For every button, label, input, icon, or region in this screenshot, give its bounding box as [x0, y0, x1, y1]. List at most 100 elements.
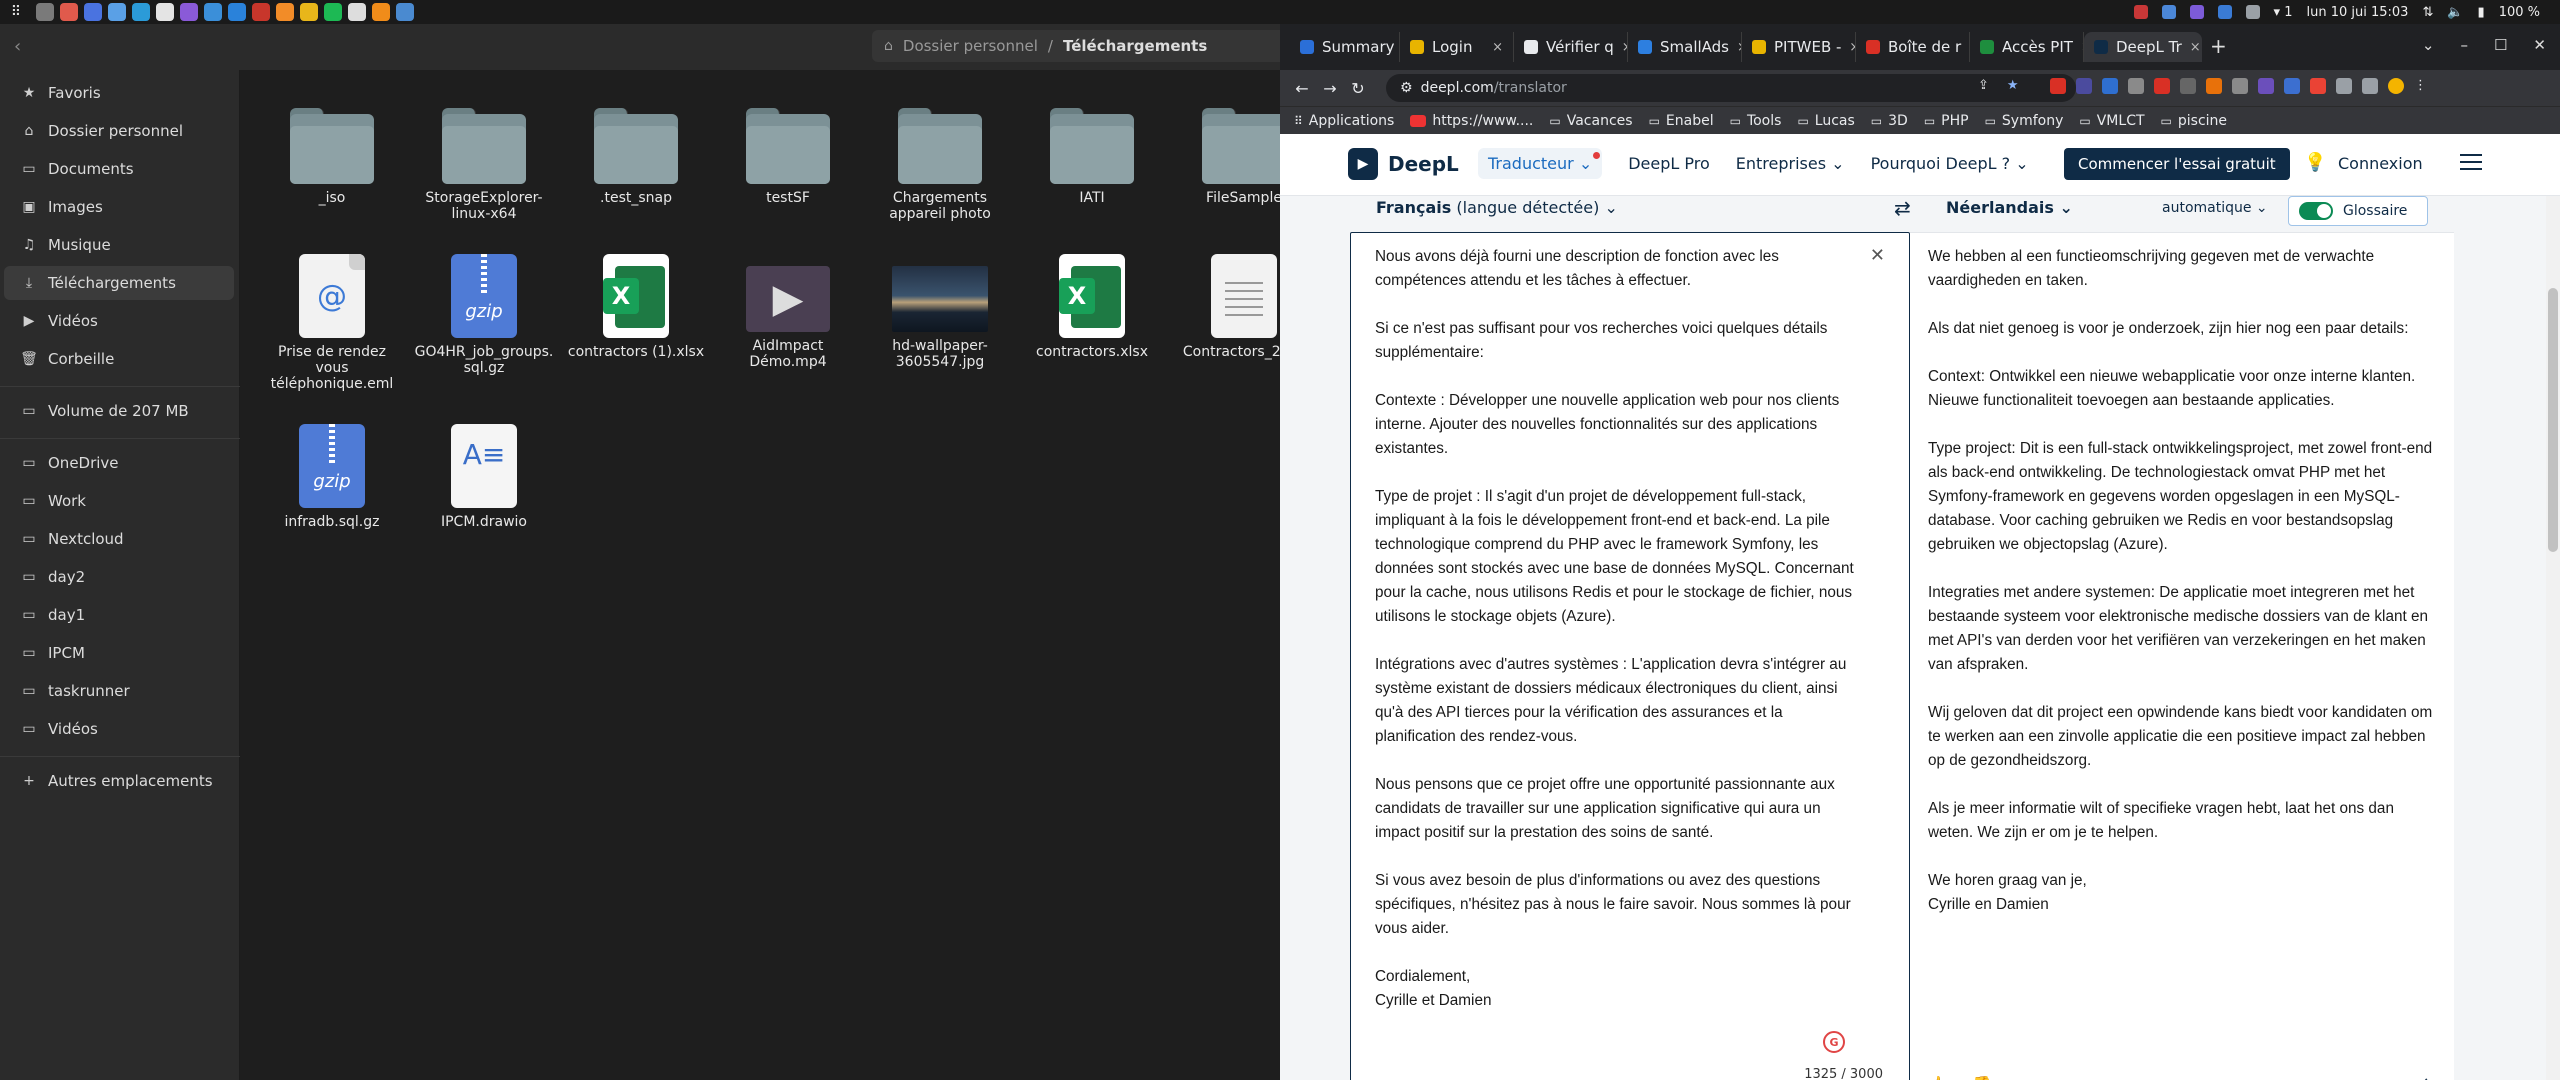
translation-output[interactable]: We hebben al een functieomschrijving geg… — [1928, 245, 2438, 917]
back-icon[interactable]: ← — [1288, 79, 1316, 98]
reload-icon[interactable]: ↻ — [1344, 79, 1372, 98]
side-panel-icon[interactable] — [2362, 78, 2378, 94]
extension-cast-icon[interactable] — [2232, 78, 2248, 94]
bookmark-folder-enabel[interactable]: ▭ Enabel — [1649, 113, 1714, 129]
thumbs-up-icon[interactable]: 👍 — [1928, 1075, 1947, 1080]
glossary-toggle[interactable]: Glossaire — [2288, 196, 2428, 226]
hamburger-menu-icon[interactable] — [2460, 154, 2482, 170]
file-item[interactable]: hd-wallpaper-3605547.jpg — [870, 254, 1010, 370]
bookmark-youtube[interactable]: https://www.... — [1410, 113, 1533, 129]
close-tab-icon[interactable]: × — [1492, 40, 1503, 55]
file-item[interactable]: X contractors (1).xlsx — [566, 254, 706, 360]
wifi-icon[interactable]: ▾ 1 — [2274, 5, 2293, 20]
profile-avatar[interactable] — [2388, 78, 2404, 94]
clock[interactable]: lun 10 jui 15:03 — [2306, 5, 2408, 20]
tray-grey-icon[interactable] — [2245, 5, 2260, 19]
extension-14-icon[interactable] — [2076, 78, 2092, 94]
share-icon[interactable]: ⇪ — [1978, 78, 1989, 93]
chrome-app-icon[interactable] — [156, 3, 174, 21]
bookmark-folder-php[interactable]: ▭ PHP — [1924, 113, 1969, 129]
source-textarea[interactable]: Nous avons déjà fourni une description d… — [1375, 245, 1855, 1013]
site-info-icon[interactable]: ⚙ — [1400, 80, 1413, 96]
sidebar-item-taskrunner[interactable]: ▭ taskrunner — [4, 674, 234, 708]
path-parent[interactable]: Dossier personnel — [903, 37, 1038, 55]
file-item[interactable]: StorageExplorer-linux-x64 — [414, 104, 554, 222]
source-text-panel[interactable]: ✕ Nous avons déjà fourni une description… — [1350, 232, 1910, 1080]
sidebar-item-work[interactable]: ▭ Work — [4, 484, 234, 518]
file-item[interactable]: Chargements appareil photo — [870, 104, 1010, 222]
bookmark-folder-3d[interactable]: ▭ 3D — [1871, 113, 1908, 129]
bookmark-folder-symfony[interactable]: ▭ Symfony — [1985, 113, 2064, 129]
file-item[interactable]: testSF — [718, 104, 858, 206]
target-language-select[interactable]: Néerlandais ⌄ — [1946, 198, 2073, 217]
close-tab-icon[interactable]: × — [2190, 40, 2201, 55]
tab-smallads[interactable]: SmallAds× — [1628, 32, 1742, 62]
sidebar-item-other-locations[interactable]: + Autres emplacements — [4, 764, 234, 798]
tray-teams-icon[interactable] — [2217, 5, 2232, 19]
file-item[interactable]: A≡ IPCM.drawio — [414, 424, 554, 530]
file-item[interactable]: X contractors.xlsx — [1022, 254, 1162, 360]
page-scrollbar[interactable] — [2546, 196, 2560, 1080]
file-item[interactable]: IATI — [1022, 104, 1162, 206]
battery-icon[interactable]: ▮ — [2478, 5, 2485, 20]
file-item[interactable]: FileSample — [1174, 104, 1280, 206]
app-d-icon[interactable] — [108, 3, 126, 21]
login-link[interactable]: Connexion — [2338, 154, 2423, 173]
extension-dashed-icon[interactable] — [2180, 78, 2196, 94]
formality-select[interactable]: automatique ⌄ — [2162, 200, 2268, 216]
sidebar-item-day2[interactable]: ▭ day2 — [4, 560, 234, 594]
network-icon[interactable]: ⇅ — [2422, 5, 2433, 20]
phpstorm-app-icon[interactable] — [180, 3, 198, 21]
app-clock-icon[interactable] — [348, 3, 366, 21]
clear-text-icon[interactable]: ✕ — [1870, 245, 1885, 266]
tab-acces-pit[interactable]: Accès PIT× — [1970, 32, 2084, 62]
tab-summary[interactable]: Summary× — [1290, 32, 1400, 62]
filezilla-app-icon[interactable] — [252, 3, 270, 21]
bookmark-folder-lucas[interactable]: ▭ Lucas — [1797, 113, 1854, 129]
teams-app-icon[interactable] — [84, 3, 102, 21]
extension-orange-icon[interactable] — [2206, 78, 2222, 94]
tab-deepl[interactable]: DeepL Tr × — [2084, 32, 2202, 62]
file-item[interactable]: .test_snap — [566, 104, 706, 206]
sidebar-item-videos[interactable]: ▶ Vidéos — [4, 304, 234, 338]
extension-grey-icon[interactable] — [2128, 78, 2144, 94]
file-item[interactable]: gzip GO4HR_job_groups.sql.gz — [414, 254, 554, 376]
nav-translator[interactable]: Traducteur ⌄ — [1478, 148, 1603, 179]
sidebar-item-documents[interactable]: ▭ Documents — [4, 152, 234, 186]
file-item[interactable]: gzip infradb.sql.gz — [262, 424, 402, 530]
extension-blue-icon[interactable] — [2284, 78, 2300, 94]
vlc-app-icon[interactable] — [372, 3, 390, 21]
spellcheck-icon[interactable]: G — [1823, 1031, 1845, 1053]
calendar-app-icon[interactable] — [60, 3, 78, 21]
bookmark-folder-piscine[interactable]: ▭ piscine — [2161, 113, 2228, 129]
tray-purple-icon[interactable] — [2189, 5, 2204, 19]
source-language-select[interactable]: Français (langue détectée) ⌄ — [1376, 198, 1618, 217]
sidebar-item-favoris[interactable]: ★ Favoris — [4, 76, 234, 110]
copy-icon[interactable]: ⧉ — [2376, 1075, 2387, 1080]
close-window-icon[interactable]: ✕ — [2533, 36, 2546, 54]
close-tab-icon[interactable]: × — [1849, 40, 1855, 55]
sidebar-item-nextcloud[interactable]: ▭ Nextcloud — [4, 522, 234, 556]
forward-icon[interactable]: → — [1316, 79, 1344, 98]
sidebar-item-trash[interactable]: 🗑 Corbeille — [4, 342, 234, 376]
edge-app-icon[interactable] — [132, 3, 150, 21]
files-app-icon[interactable] — [36, 3, 54, 21]
address-bar[interactable]: ⚙ deepl.com/translator — [1386, 74, 2076, 102]
spotify-app-icon[interactable] — [324, 3, 342, 21]
nav-enterprises[interactable]: Entreprises ⌄ — [1736, 154, 1845, 173]
volume-icon[interactable]: 🔈 — [2447, 5, 2463, 20]
tab-pitweb[interactable]: PITWEB - × — [1742, 32, 1856, 62]
file-item[interactable]: _iso — [262, 104, 402, 206]
scrollbar-thumb[interactable] — [2548, 288, 2558, 552]
new-tab-icon[interactable]: + — [2210, 34, 2227, 58]
free-trial-button[interactable]: Commencer l'essai gratuit — [2064, 148, 2290, 180]
file-item[interactable]: ▶ AidImpact Démo.mp4 — [718, 254, 858, 370]
sidebar-item-home[interactable]: ⌂ Dossier personnel — [4, 114, 234, 148]
extension-purple-icon[interactable] — [2258, 78, 2274, 94]
extension-red-icon[interactable] — [2310, 78, 2326, 94]
tab-search-icon[interactable]: ⌄ — [2422, 36, 2435, 54]
network-app-icon[interactable] — [228, 3, 246, 21]
app-last-icon[interactable] — [396, 3, 414, 21]
vscode-app-icon[interactable] — [204, 3, 222, 21]
tab-login[interactable]: Login × — [1400, 32, 1514, 62]
